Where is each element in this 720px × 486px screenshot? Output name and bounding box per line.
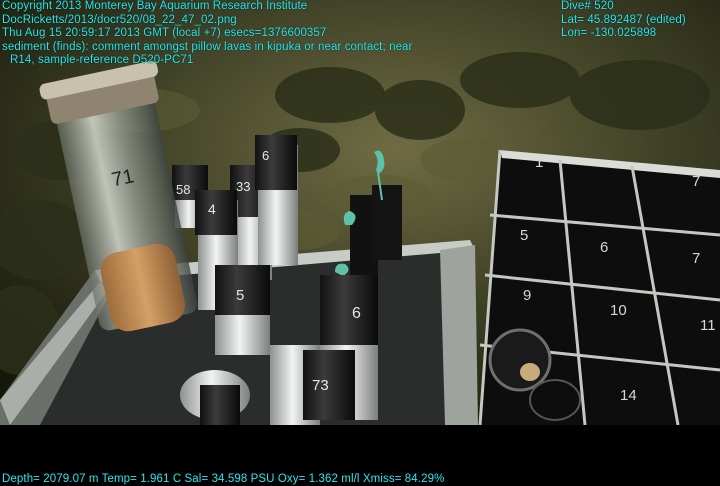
box-label-7: 7 [692, 250, 700, 267]
push-core-5: 5 [215, 265, 270, 355]
svg-text:6: 6 [262, 148, 269, 163]
svg-text:73: 73 [312, 377, 329, 394]
svg-text:4: 4 [208, 201, 216, 217]
box-label-9: 9 [523, 287, 531, 304]
push-core-6-back: 6 [255, 135, 298, 265]
overlay-sensor-readout: Depth= 2079.07 m Temp= 1.961 C Sal= 34.5… [2, 473, 445, 485]
copyright-line: Copyright 2013 Monterey Bay Aquarium Res… [2, 0, 308, 12]
annotation-comment: sediment (finds): comment amongst pillow… [2, 40, 413, 53]
svg-text:5: 5 [236, 287, 244, 304]
box-label-7-top: 7 [692, 173, 700, 190]
svg-text:71: 71 [110, 165, 136, 191]
box-label-10: 10 [610, 302, 627, 319]
longitude: Lon= -130.025898 [561, 27, 657, 39]
box-label-6: 6 [600, 239, 608, 256]
svg-text:58: 58 [176, 182, 190, 197]
box-label-14: 14 [620, 387, 637, 404]
sample-reference: R14, sample-reference D520-PC71 [10, 54, 194, 66]
box-label-11: 11 [700, 317, 716, 334]
overlay-top-left: Copyright 2013 Monterey Bay Aquarium Res… [2, 0, 413, 68]
svg-text:33: 33 [236, 179, 250, 194]
dive-number: Dive# 520 [561, 0, 614, 12]
overlay-top-right: Dive# 520 Lat= 45.892487 (edited) Lon= -… [561, 0, 686, 41]
timestamp: Thu Aug 15 20:59:17 2013 GMT (local +7) … [2, 27, 327, 39]
push-core-73: 73 [270, 345, 355, 425]
video-frame: 1 7 5 6 7 9 10 11 14 58 33 6 4 5 6 73 71… [0, 0, 720, 486]
box-label-5: 5 [520, 227, 528, 244]
box-label-1: 1 [535, 154, 543, 171]
latitude: Lat= 45.892487 (edited) [561, 13, 686, 26]
image-path: DocRicketts/2013/docr520/08_22_47_02.png [2, 13, 237, 26]
svg-text:6: 6 [352, 305, 361, 322]
